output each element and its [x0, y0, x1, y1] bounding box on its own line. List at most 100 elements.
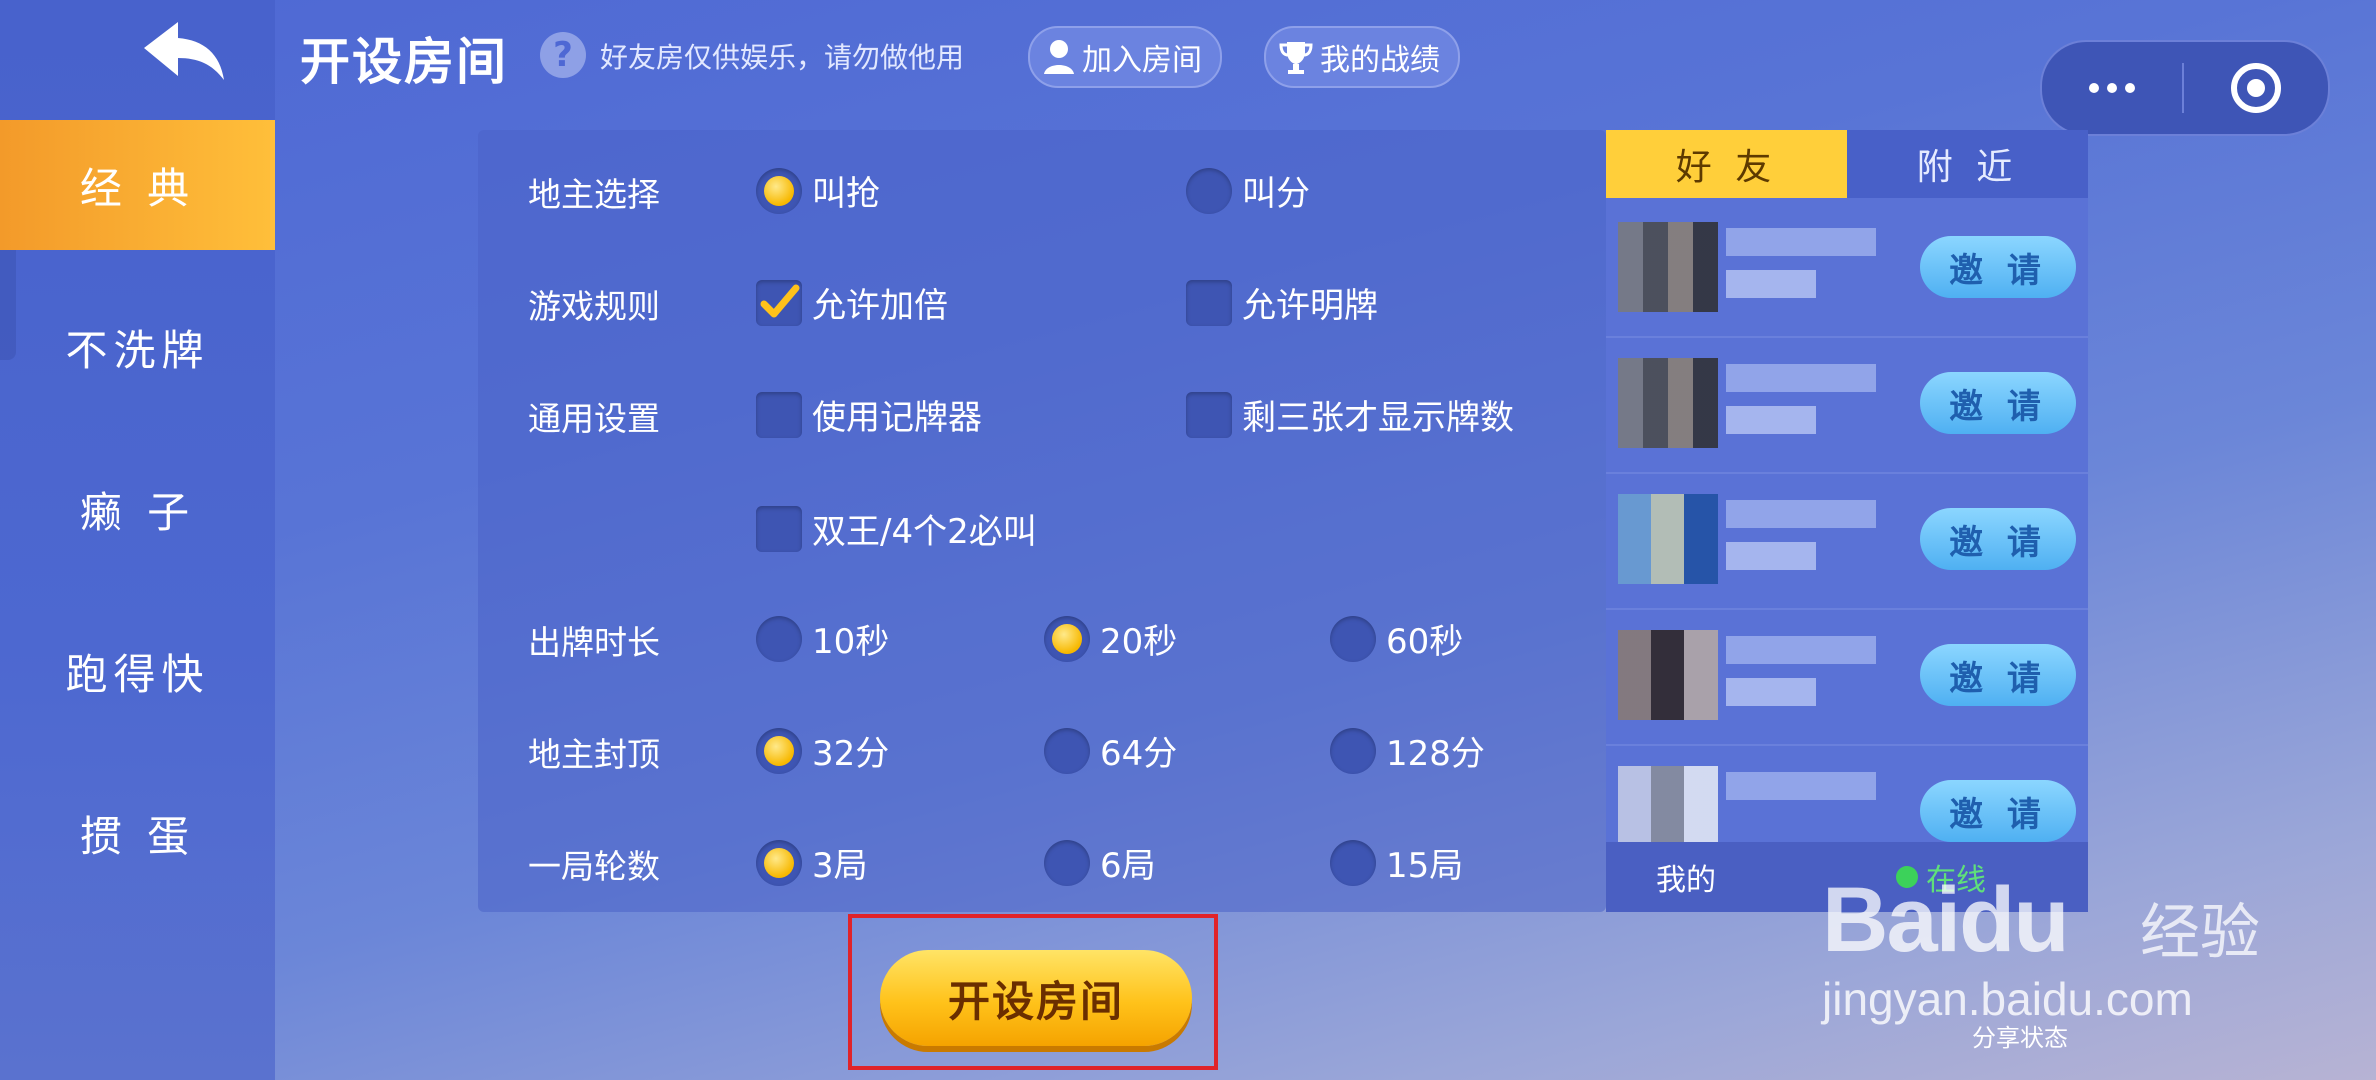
label-landlord-cap: 地主封顶 [528, 735, 660, 774]
radio-time-60[interactable]: 60秒 [1330, 614, 1463, 663]
radio-rounds-3[interactable]: 3局 [756, 838, 868, 887]
checkbox-must-call[interactable]: 双王/4个2必叫 [756, 504, 1037, 553]
me-label: 我的 [1656, 863, 1716, 898]
sidebar-item-laizi[interactable]: 癞 子 [0, 444, 275, 574]
more-icon[interactable] [2042, 83, 2182, 93]
invite-button[interactable]: 邀 请 [1920, 236, 2076, 298]
radio-time-20[interactable]: 20秒 [1044, 614, 1177, 663]
option-label: 20秒 [1100, 622, 1178, 662]
friend-name-blurred [1726, 772, 1876, 800]
option-label: 32分 [812, 734, 890, 774]
checkbox-icon [756, 391, 802, 438]
option-label: 允许明牌 [1242, 286, 1378, 326]
invite-button[interactable]: 邀 请 [1920, 508, 2076, 570]
label-rounds: 一局轮数 [528, 847, 660, 886]
sidebar-item-run-fast[interactable]: 跑得快 [0, 606, 275, 736]
radio-rounds-15[interactable]: 15局 [1330, 838, 1463, 887]
friend-status-blurred [1726, 406, 1816, 434]
my-record-label: 我的战绩 [1320, 43, 1440, 78]
radio-cap-32[interactable]: 32分 [756, 726, 889, 775]
friend-status-blurred [1726, 270, 1816, 298]
friend-status-blurred [1726, 542, 1816, 570]
checkbox-icon [1186, 279, 1232, 326]
disclaimer-text: 好友房仅供娱乐，请勿做他用 [600, 41, 965, 74]
share-status-label[interactable]: 分享状态 [1972, 1018, 2068, 1053]
avatar [1618, 630, 1718, 720]
friend-row: 邀 请 [1606, 200, 2088, 338]
avatar [1618, 494, 1718, 584]
radio-cap-64[interactable]: 64分 [1044, 726, 1177, 775]
mode-sidebar: 经 典 不洗牌 癞 子 跑得快 掼 蛋 [0, 0, 275, 1080]
friend-name-blurred [1726, 636, 1876, 664]
avatar [1618, 766, 1718, 842]
label-landlord-select: 地主选择 [528, 175, 660, 214]
radio-icon [1330, 615, 1376, 662]
checkbox-allow-show-cards[interactable]: 允许明牌 [1186, 278, 1378, 327]
friend-name-blurred [1726, 364, 1876, 392]
option-label: 双王/4个2必叫 [812, 512, 1037, 552]
join-room-label: 加入房间 [1082, 43, 1202, 78]
sidebar-item-label: 掼 蛋 [79, 811, 196, 861]
friends-tabs: 好 友 附 近 [1606, 130, 2088, 198]
page-title: 开设房间 [300, 33, 508, 91]
sidebar-item-classic[interactable]: 经 典 [0, 120, 275, 250]
baidu-logo-watermark: Baidu [1822, 869, 2070, 971]
option-label: 128分 [1386, 734, 1485, 774]
radio-selected-icon [756, 727, 802, 774]
checkbox-icon [1186, 391, 1232, 438]
sidebar-item-guandan[interactable]: 掼 蛋 [0, 768, 275, 898]
tab-friends[interactable]: 好 友 [1606, 130, 1847, 198]
avatar [1618, 358, 1718, 448]
option-label: 叫抢 [812, 174, 880, 214]
radio-rounds-6[interactable]: 6局 [1044, 838, 1156, 887]
sidebar-item-label: 经 典 [79, 163, 196, 213]
label-general-settings: 通用设置 [528, 399, 660, 438]
checkbox-card-counter[interactable]: 使用记牌器 [756, 390, 982, 439]
help-icon[interactable]: ? [540, 32, 586, 78]
trophy-icon [1279, 42, 1313, 74]
option-label: 10秒 [812, 622, 890, 662]
checkbox-show-count-at-three[interactable]: 剩三张才显示牌数 [1186, 390, 1514, 439]
watermark-brand-cn: 经验 [2140, 898, 2260, 968]
mini-program-capsule [2040, 40, 2330, 136]
checkbox-allow-double[interactable]: 允许加倍 [756, 278, 948, 327]
radio-selected-icon [756, 839, 802, 886]
friend-row: 邀 请 [1606, 336, 2088, 474]
checkbox-checked-icon [756, 279, 802, 326]
radio-call-grab[interactable]: 叫抢 [756, 166, 880, 215]
friend-row: 邀 请 [1606, 744, 2088, 842]
radio-icon [1044, 839, 1090, 886]
tab-nearby[interactable]: 附 近 [1847, 130, 2088, 198]
option-label: 64分 [1100, 734, 1178, 774]
friend-row: 邀 请 [1606, 472, 2088, 610]
invite-button[interactable]: 邀 请 [1920, 644, 2076, 706]
person-icon [1044, 40, 1074, 74]
room-options-panel [478, 130, 1606, 912]
sidebar-item-no-shuffle[interactable]: 不洗牌 [0, 282, 275, 412]
create-room-button[interactable]: 开设房间 [880, 950, 1192, 1046]
checkbox-icon [756, 505, 802, 552]
invite-button[interactable]: 邀 请 [1920, 780, 2076, 842]
radio-selected-icon [756, 167, 802, 214]
radio-icon [1186, 167, 1232, 214]
my-record-button[interactable]: 我的战绩 [1264, 26, 1460, 88]
friend-name-blurred [1726, 228, 1876, 256]
radio-icon [1330, 839, 1376, 886]
option-label: 剩三张才显示牌数 [1242, 398, 1514, 438]
label-game-rules: 游戏规则 [528, 287, 660, 326]
option-label: 允许加倍 [812, 286, 948, 326]
radio-selected-icon [1044, 615, 1090, 662]
radio-cap-128[interactable]: 128分 [1330, 726, 1485, 775]
invite-button[interactable]: 邀 请 [1920, 372, 2076, 434]
close-target-icon[interactable] [2184, 61, 2328, 115]
back-arrow-icon[interactable] [140, 18, 230, 84]
avatar [1618, 222, 1718, 312]
sidebar-item-label: 癞 子 [79, 487, 196, 537]
option-label: 60秒 [1386, 622, 1464, 662]
label-play-time: 出牌时长 [528, 623, 660, 662]
radio-call-score[interactable]: 叫分 [1186, 166, 1310, 215]
radio-time-10[interactable]: 10秒 [756, 614, 889, 663]
sidebar-item-label: 不洗牌 [65, 325, 210, 375]
option-label: 使用记牌器 [812, 398, 982, 438]
join-room-button[interactable]: 加入房间 [1028, 26, 1222, 88]
